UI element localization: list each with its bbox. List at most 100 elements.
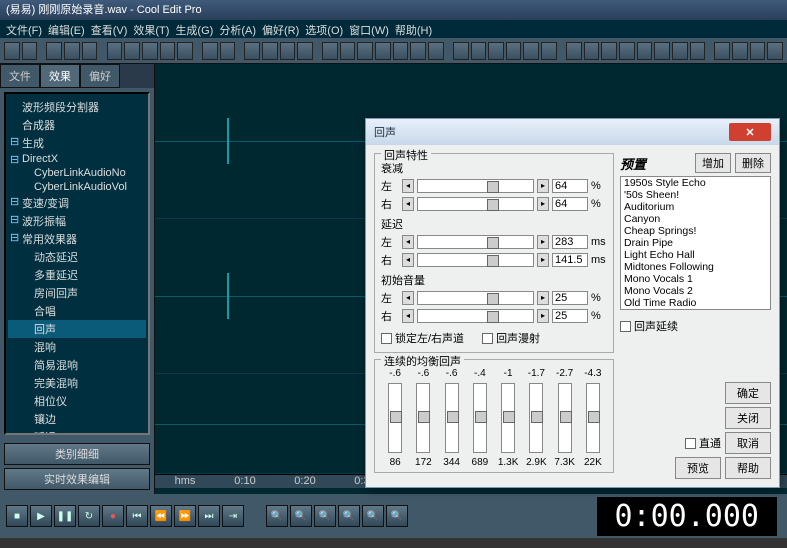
- pause-button[interactable]: ❚❚: [54, 505, 76, 527]
- toolbar-button[interactable]: [750, 42, 766, 60]
- tree-item[interactable]: 生成: [8, 134, 146, 152]
- close-icon[interactable]: ✕: [729, 123, 771, 141]
- tab-favorites[interactable]: 偏好: [80, 64, 120, 88]
- toolbar-button[interactable]: [262, 42, 278, 60]
- toolbar-button[interactable]: [142, 42, 158, 60]
- toolbar-button[interactable]: [22, 42, 38, 60]
- delay-r-slider[interactable]: [417, 253, 534, 267]
- toolbar-button[interactable]: [220, 42, 236, 60]
- preset-item[interactable]: Old Time Radio: [621, 297, 770, 309]
- toolbar-button[interactable]: [506, 42, 522, 60]
- tree-item[interactable]: 相位仪: [8, 392, 146, 410]
- menu-view[interactable]: 查看(V): [91, 22, 128, 36]
- toolbar-button[interactable]: [584, 42, 600, 60]
- vol-r-inc[interactable]: ▸: [537, 309, 549, 323]
- tree-item[interactable]: 混响: [8, 338, 146, 356]
- tree-item[interactable]: 动态延迟: [8, 248, 146, 266]
- vol-r-slider[interactable]: [417, 309, 534, 323]
- tree-item[interactable]: CyberLinkAudioVol: [8, 180, 146, 194]
- menu-effects[interactable]: 效果(T): [133, 22, 169, 36]
- toolbar-button[interactable]: [322, 42, 338, 60]
- delay-r-inc[interactable]: ▸: [537, 253, 549, 267]
- close-button[interactable]: 关闭: [725, 407, 771, 429]
- zoom-full-button[interactable]: 🔍: [314, 505, 336, 527]
- zoom-in-button[interactable]: 🔍: [266, 505, 288, 527]
- eq-slider[interactable]: [445, 383, 459, 453]
- preset-item[interactable]: Light Echo Hall: [621, 249, 770, 261]
- decay-l-slider[interactable]: [417, 179, 534, 193]
- delay-l-value[interactable]: 283: [552, 235, 588, 249]
- tree-item[interactable]: 回声: [8, 320, 146, 338]
- delay-l-inc[interactable]: ▸: [537, 235, 549, 249]
- zoom-sel-button[interactable]: 🔍: [338, 505, 360, 527]
- preset-item[interactable]: Midtones Following: [621, 261, 770, 273]
- menu-file[interactable]: 文件(F): [6, 22, 42, 36]
- tree-item[interactable]: 变速/变调: [8, 194, 146, 212]
- prev-button[interactable]: ⏪: [150, 505, 172, 527]
- delay-l-slider[interactable]: [417, 235, 534, 249]
- preset-item[interactable]: Mono Vocals 2: [621, 285, 770, 297]
- ffwd-button[interactable]: ⏭: [198, 505, 220, 527]
- toolbar-button[interactable]: [453, 42, 469, 60]
- eq-slider[interactable]: [558, 383, 572, 453]
- toolbar-button[interactable]: [280, 42, 296, 60]
- end-button[interactable]: ⇥: [222, 505, 244, 527]
- cancel-button[interactable]: 取消: [725, 432, 771, 454]
- toolbar-button[interactable]: [64, 42, 80, 60]
- toolbar-button[interactable]: [4, 42, 20, 60]
- zoom-right-button[interactable]: 🔍: [386, 505, 408, 527]
- preset-item[interactable]: Drain Pipe: [621, 237, 770, 249]
- vol-l-value[interactable]: 25: [552, 291, 588, 305]
- toolbar-button[interactable]: [601, 42, 617, 60]
- toolbar-button[interactable]: [637, 42, 653, 60]
- preset-del-button[interactable]: 删除: [735, 153, 771, 173]
- toolbar-button[interactable]: [732, 42, 748, 60]
- vol-r-value[interactable]: 25: [552, 309, 588, 323]
- toolbar-button[interactable]: [46, 42, 62, 60]
- toolbar-button[interactable]: [672, 42, 688, 60]
- preset-list[interactable]: 1950s Style Echo'50s Sheen!AuditoriumCan…: [620, 176, 771, 310]
- preset-add-button[interactable]: 增加: [695, 153, 731, 173]
- menu-favorites[interactable]: 偏好(R): [262, 22, 299, 36]
- decay-r-inc[interactable]: ▸: [537, 197, 549, 211]
- eq-slider[interactable]: [388, 383, 402, 453]
- ok-button[interactable]: 确定: [725, 382, 771, 404]
- sidebar-btn-1[interactable]: 类别细细: [4, 443, 150, 465]
- toolbar-button[interactable]: [124, 42, 140, 60]
- toolbar-button[interactable]: [767, 42, 783, 60]
- toolbar-button[interactable]: [340, 42, 356, 60]
- tree-item[interactable]: 简易混响: [8, 356, 146, 374]
- toolbar-button[interactable]: [690, 42, 706, 60]
- preview-button[interactable]: 预览: [675, 457, 721, 479]
- eq-slider[interactable]: [529, 383, 543, 453]
- menu-analyze[interactable]: 分析(A): [219, 22, 256, 36]
- vol-l-slider[interactable]: [417, 291, 534, 305]
- toolbar-button[interactable]: [619, 42, 635, 60]
- toolbar-button[interactable]: [714, 42, 730, 60]
- next-button[interactable]: ⏩: [174, 505, 196, 527]
- preset-item[interactable]: Auditorium: [621, 201, 770, 213]
- vol-r-dec[interactable]: ◂: [402, 309, 414, 323]
- toolbar-button[interactable]: [541, 42, 557, 60]
- tree-item[interactable]: 波形振幅: [8, 212, 146, 230]
- toolbar-button[interactable]: [566, 42, 582, 60]
- preset-item[interactable]: Pink: [621, 309, 770, 310]
- eq-slider[interactable]: [416, 383, 430, 453]
- dialog-titlebar[interactable]: 回声 ✕: [366, 119, 779, 145]
- preset-item[interactable]: Mono Vocals 1: [621, 273, 770, 285]
- delay-r-value[interactable]: 141.5: [552, 253, 588, 267]
- preset-item[interactable]: Cheap Springs!: [621, 225, 770, 237]
- tree-item[interactable]: 镶边: [8, 410, 146, 428]
- toolbar-button[interactable]: [488, 42, 504, 60]
- toolbar-button[interactable]: [654, 42, 670, 60]
- help-button[interactable]: 帮助: [725, 457, 771, 479]
- tree-item[interactable]: 合唱: [8, 302, 146, 320]
- delay-l-dec[interactable]: ◂: [402, 235, 414, 249]
- tree-item[interactable]: 合成器: [8, 116, 146, 134]
- tab-files[interactable]: 文件: [0, 64, 40, 88]
- sidebar-btn-2[interactable]: 实时效果编辑: [4, 468, 150, 490]
- tree-item[interactable]: 完美混响: [8, 374, 146, 392]
- eq-slider[interactable]: [501, 383, 515, 453]
- decay-l-value[interactable]: 64: [552, 179, 588, 193]
- preset-item[interactable]: Canyon: [621, 213, 770, 225]
